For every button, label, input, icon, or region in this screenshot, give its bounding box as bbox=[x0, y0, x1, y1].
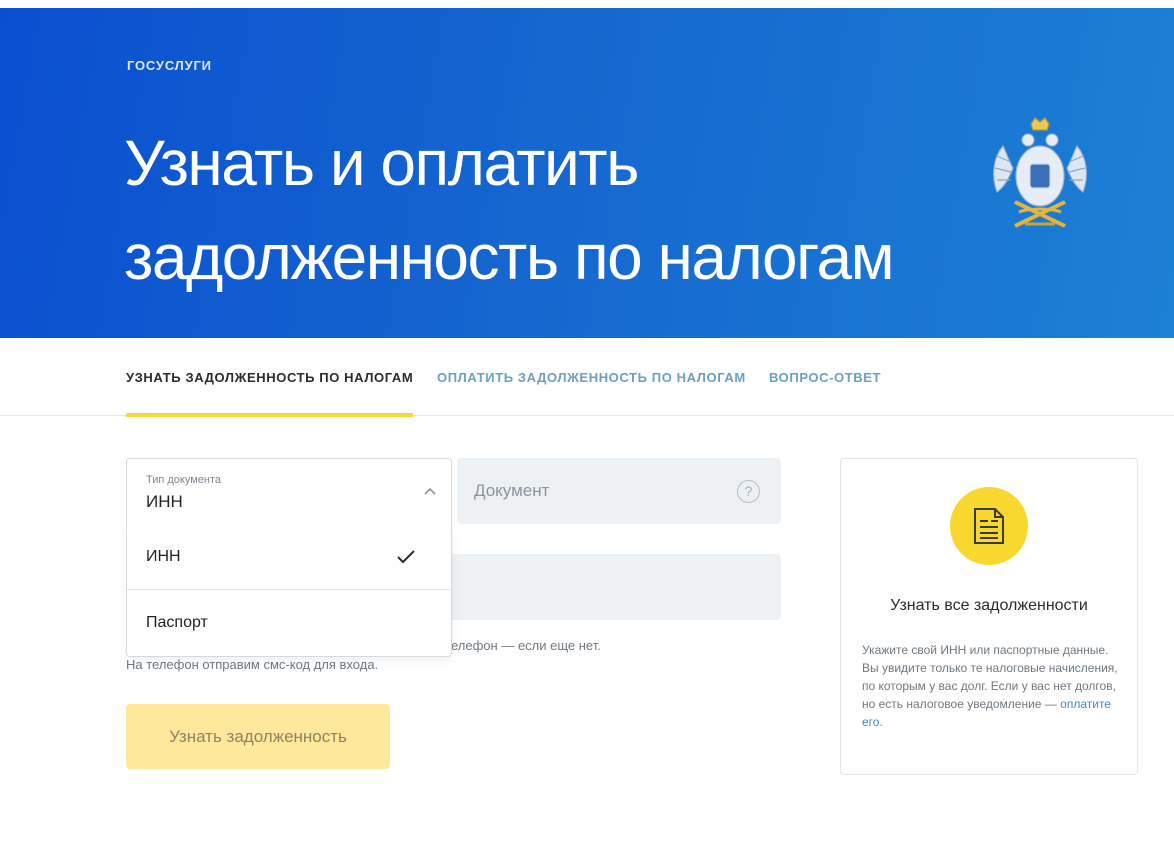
top-strip bbox=[0, 0, 1174, 8]
phone-input[interactable] bbox=[452, 554, 781, 620]
page-title: Узнать и оплатить задолженность по налог… bbox=[124, 116, 984, 304]
hero-banner: ГОСУСЛУГИ Узнать и оплатить задолженност… bbox=[0, 8, 1174, 338]
option-inn[interactable]: ИНН bbox=[127, 524, 451, 590]
doc-type-value: ИНН bbox=[146, 492, 183, 511]
tab-check-debt[interactable]: УЗНАТЬ ЗАДОЛЖЕННОСТЬ ПО НАЛОГАМ bbox=[126, 338, 414, 417]
chevron-up-icon bbox=[424, 487, 436, 495]
check-debt-button[interactable]: Узнать задолженность bbox=[126, 704, 390, 769]
document-icon bbox=[974, 508, 1004, 544]
help-icon[interactable]: ? bbox=[737, 480, 760, 503]
info-card: Узнать все задолженности Укажите свой ИН… bbox=[840, 458, 1138, 775]
option-passport-label: Паспорт bbox=[146, 614, 208, 631]
hero-label: ГОСУСЛУГИ bbox=[127, 58, 212, 73]
doc-type-label: Тип документа bbox=[146, 474, 222, 486]
tab-bar: УЗНАТЬ ЗАДОЛЖЕННОСТЬ ПО НАЛОГАМ ОПЛАТИТЬ… bbox=[0, 338, 1174, 417]
emblem-icon bbox=[993, 117, 1087, 228]
sms-hint: На телефон отправим смс-код для входа. bbox=[126, 657, 379, 672]
doc-type-dropdown: ИНН Паспорт bbox=[126, 524, 452, 657]
info-card-text: Укажите свой ИНН или паспортные данные. … bbox=[862, 641, 1124, 731]
tab-pay-debt[interactable]: ОПЛАТИТЬ ЗАДОЛЖЕННОСТЬ ПО НАЛОГАМ bbox=[437, 338, 746, 416]
page-title-line-2: задолженность по налогам bbox=[124, 221, 895, 293]
checkmark-icon bbox=[397, 550, 415, 564]
doc-type-select[interactable]: Тип документа ИНН bbox=[126, 458, 452, 525]
phone-hint: елефон — если еще нет. bbox=[447, 638, 601, 653]
tab-faq[interactable]: ВОПРОС-ОТВЕТ bbox=[769, 338, 881, 416]
option-passport[interactable]: Паспорт bbox=[127, 590, 451, 656]
document-input[interactable] bbox=[457, 458, 781, 524]
option-inn-label: ИНН bbox=[146, 548, 181, 565]
info-card-badge bbox=[950, 487, 1028, 565]
page-title-line-1: Узнать и оплатить bbox=[124, 127, 639, 199]
info-card-title: Узнать все задолженности bbox=[890, 597, 1088, 614]
